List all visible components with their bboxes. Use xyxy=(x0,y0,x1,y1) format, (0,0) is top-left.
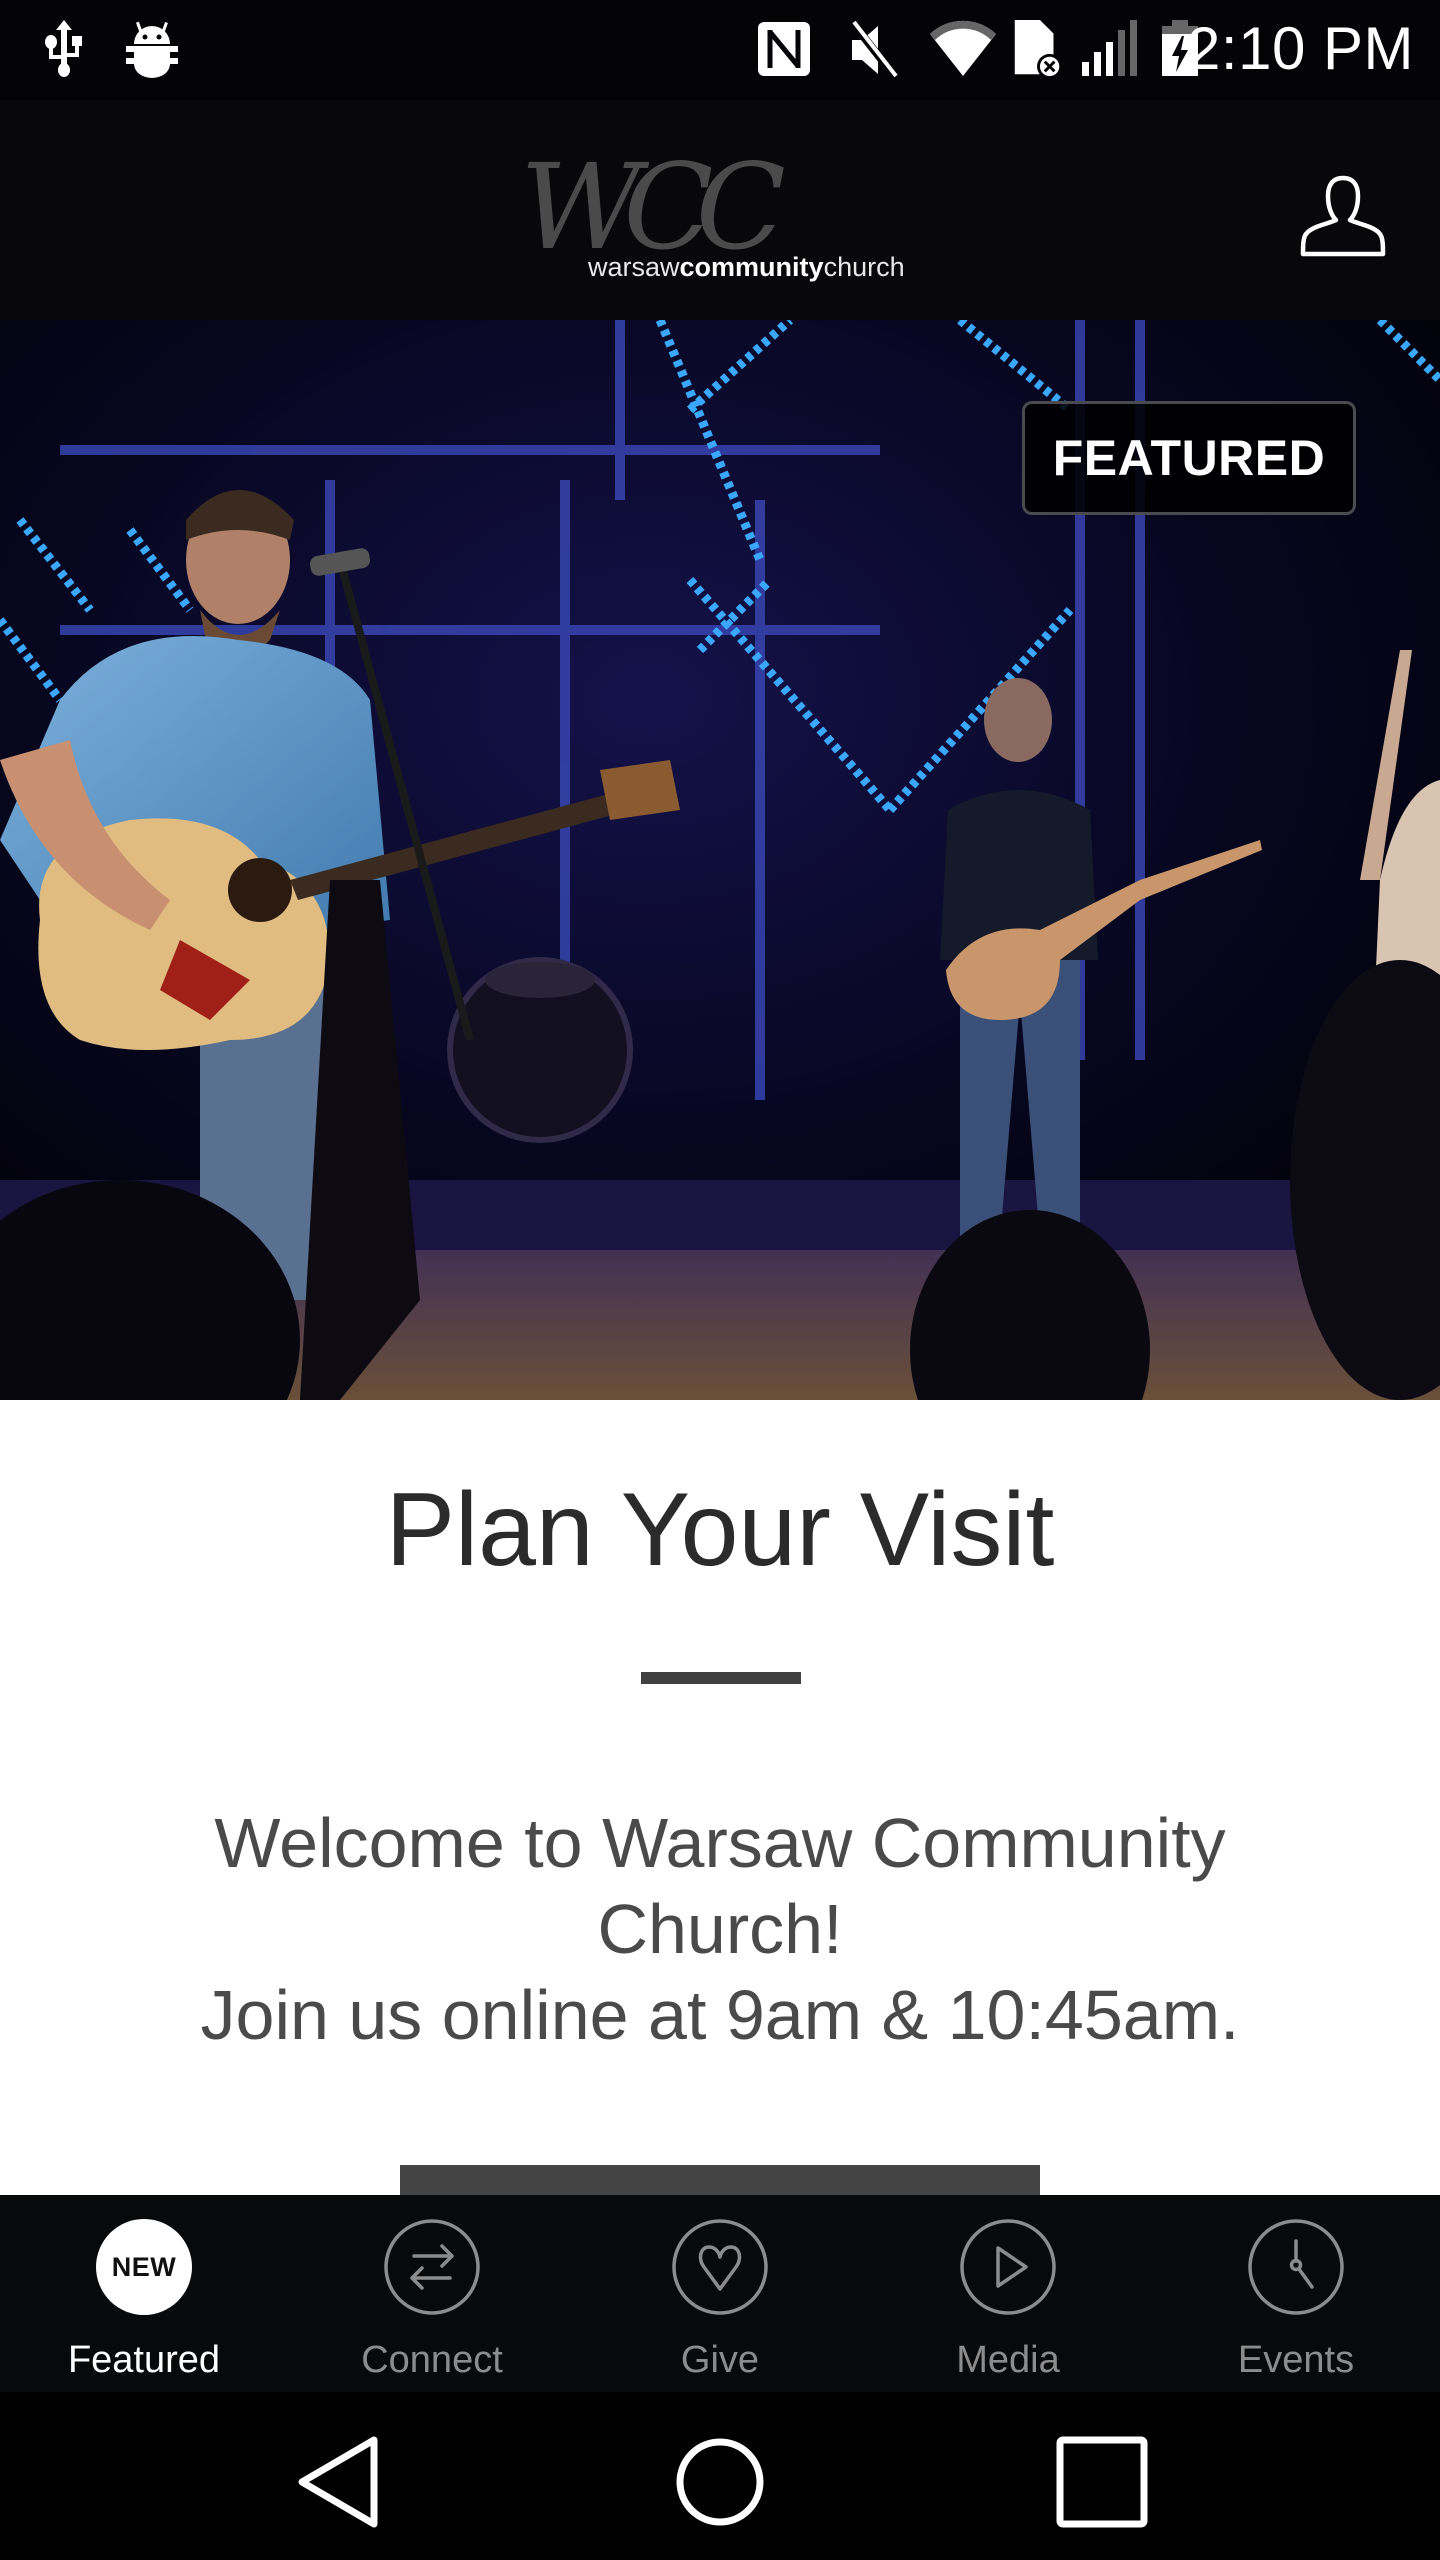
home-icon[interactable] xyxy=(670,2432,770,2532)
tab-events[interactable]: Events xyxy=(1152,2195,1440,2392)
tab-give[interactable]: Give xyxy=(576,2195,864,2392)
welcome-message: Welcome to Warsaw Community Church! Join… xyxy=(120,1800,1320,2058)
tab-featured[interactable]: NEW Featured xyxy=(0,2195,288,2392)
welcome-line-2: Join us online at 9am & 10:45am. xyxy=(200,1976,1240,2054)
tab-label: Featured xyxy=(67,2339,221,2381)
app-header: WCC warsawcommunitychurch xyxy=(0,100,1440,320)
featured-hero-image[interactable]: FEATURED xyxy=(0,320,1440,1400)
swap-arrows-icon xyxy=(384,2219,480,2315)
profile-button[interactable] xyxy=(1298,172,1388,262)
no-sim-icon xyxy=(1014,20,1063,80)
heart-icon xyxy=(672,2219,768,2315)
status-time: 2:10 PM xyxy=(1187,15,1414,82)
logo-word-church: church xyxy=(823,252,905,282)
welcome-line-1: Welcome to Warsaw Community Church! xyxy=(214,1804,1226,1968)
system-nav-bar xyxy=(0,2392,1440,2560)
android-debug-icon xyxy=(126,21,178,78)
tab-connect[interactable]: Connect xyxy=(288,2195,576,2392)
title-divider xyxy=(641,1672,801,1684)
tab-label: Media xyxy=(956,2339,1060,2381)
tab-label: Events xyxy=(1237,2339,1355,2381)
wifi-icon xyxy=(930,20,996,76)
mute-icon xyxy=(848,20,900,80)
logo-word-warsaw: warsaw xyxy=(588,252,680,282)
featured-badge: FEATURED xyxy=(1022,401,1356,515)
usb-icon xyxy=(45,20,82,77)
cell-signal-icon xyxy=(1082,20,1137,76)
play-icon xyxy=(960,2219,1056,2315)
tab-media[interactable]: Media xyxy=(864,2195,1152,2392)
tab-label: Give xyxy=(680,2339,760,2381)
page-title: Plan Your Visit xyxy=(385,1472,1055,1588)
logo-word-community: community xyxy=(679,252,824,282)
recents-icon[interactable] xyxy=(1052,2432,1152,2532)
clock-icon xyxy=(1248,2219,1344,2315)
user-icon xyxy=(1300,175,1386,257)
bottom-tab-bar: NEW Featured Connect Give Media Events xyxy=(0,2195,1440,2392)
status-bar: 2:10 PM xyxy=(0,0,1440,100)
back-icon[interactable] xyxy=(290,2432,390,2532)
new-badge-icon: NEW xyxy=(96,2219,192,2315)
nfc-icon xyxy=(758,22,810,76)
logo-wordmark: warsawcommunitychurch xyxy=(588,252,905,282)
tab-label: Connect xyxy=(361,2339,503,2381)
church-logo[interactable]: WCC warsawcommunitychurch xyxy=(520,138,920,282)
featured-content-card: Plan Your Visit Welcome to Warsaw Commun… xyxy=(0,1400,1440,2205)
